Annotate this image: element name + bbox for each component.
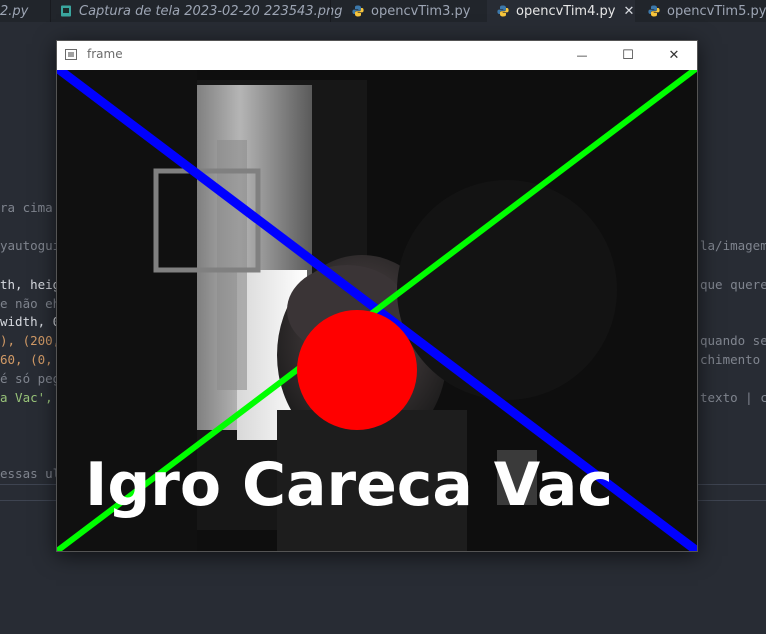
code-line: th, heig: [0, 277, 61, 292]
code-line: 60, (0,: [0, 352, 61, 367]
minimize-icon: —: [576, 49, 588, 62]
code-line: que queremo: [700, 277, 766, 292]
red-circle: [297, 310, 417, 430]
maximize-icon: ☐: [622, 48, 634, 63]
tab-opencvtim3[interactable]: opencvTim3.py: [340, 0, 485, 22]
code-line: ), (200,: [0, 333, 61, 348]
code-line: essas ul: [0, 466, 61, 481]
window-title: frame: [87, 47, 123, 61]
window-titlebar[interactable]: frame — ☐ ✕: [57, 41, 697, 70]
camera-frame: Igro Careca Vac: [57, 70, 697, 551]
tab-label: opencvTim3.py: [371, 3, 471, 19]
python-icon: [497, 5, 509, 17]
image-file-icon: [60, 5, 72, 17]
close-icon: ✕: [668, 48, 680, 63]
frame-window[interactable]: frame — ☐ ✕ Igro Careca Vac: [56, 40, 698, 552]
code-line: ra cima: [0, 200, 61, 215]
tab-label: opencvTim5.py: [667, 3, 766, 19]
code-line: la/imagem: [700, 238, 766, 253]
close-icon[interactable]: ✕: [623, 4, 634, 19]
code-line: texto | co: [700, 390, 766, 405]
code-line: a Vac',: [0, 390, 53, 405]
tab-opencvtim5[interactable]: opencvTim5.py: [640, 0, 766, 22]
code-line: chimento: [700, 352, 761, 367]
python-icon: [648, 5, 660, 17]
tab-label: opencvTim4.py: [516, 3, 616, 19]
code-line: é só peg: [0, 371, 61, 386]
code-line: e não eh: [0, 296, 61, 311]
tab-captura-png[interactable]: Captura de tela 2023-02-20 223543.png: [60, 0, 342, 22]
door-frame: [217, 140, 247, 390]
python-icon: [352, 5, 364, 17]
overlay-text: Igro Careca Vac: [85, 450, 613, 520]
code-line: quando se: [700, 333, 766, 348]
minimize-button[interactable]: —: [559, 41, 605, 70]
tab-label: Captura de tela 2023-02-20 223543.png: [79, 3, 343, 19]
tab-separator: [330, 0, 331, 22]
tab-separator: [50, 0, 51, 22]
window-app-icon: [65, 49, 77, 60]
code-line: width, 0: [0, 314, 61, 329]
tab-2-py[interactable]: 2.py: [0, 0, 50, 22]
editor-tab-bar: 2.py Captura de tela 2023-02-20 223543.p…: [0, 0, 766, 22]
maximize-button[interactable]: ☐: [605, 41, 651, 70]
code-line: yautogui: [0, 238, 61, 253]
tab-opencvtim4[interactable]: opencvTim4.py ✕: [487, 0, 635, 22]
close-window-button[interactable]: ✕: [651, 41, 697, 70]
tab-label: 2.py: [0, 3, 29, 19]
